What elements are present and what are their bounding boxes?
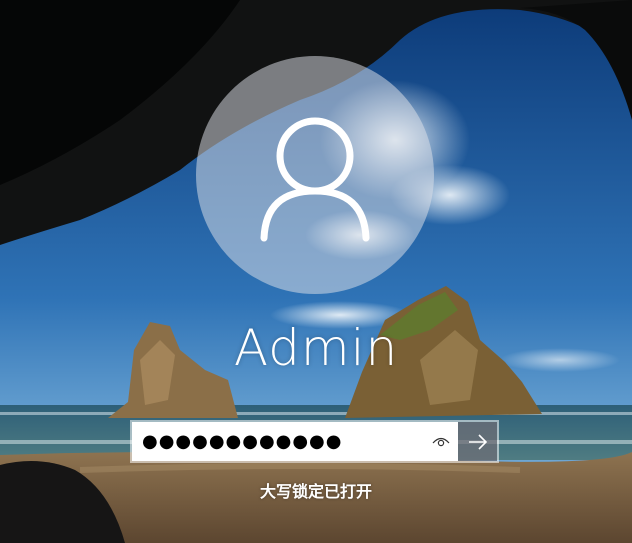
arrow-right-icon (468, 433, 487, 450)
user-silhouette-icon (260, 117, 370, 242)
submit-button[interactable] (458, 422, 497, 461)
password-field-group: ●●●●●●●●●●●● (130, 420, 499, 463)
caps-lock-warning: 大写锁定已打开 (259, 482, 372, 501)
user-avatar (196, 56, 434, 294)
password-mask: ●●●●●●●●●●●● (142, 431, 343, 452)
user-name: Admin (233, 319, 399, 377)
eye-icon[interactable] (432, 433, 450, 449)
password-input[interactable]: ●●●●●●●●●●●● (132, 422, 458, 461)
